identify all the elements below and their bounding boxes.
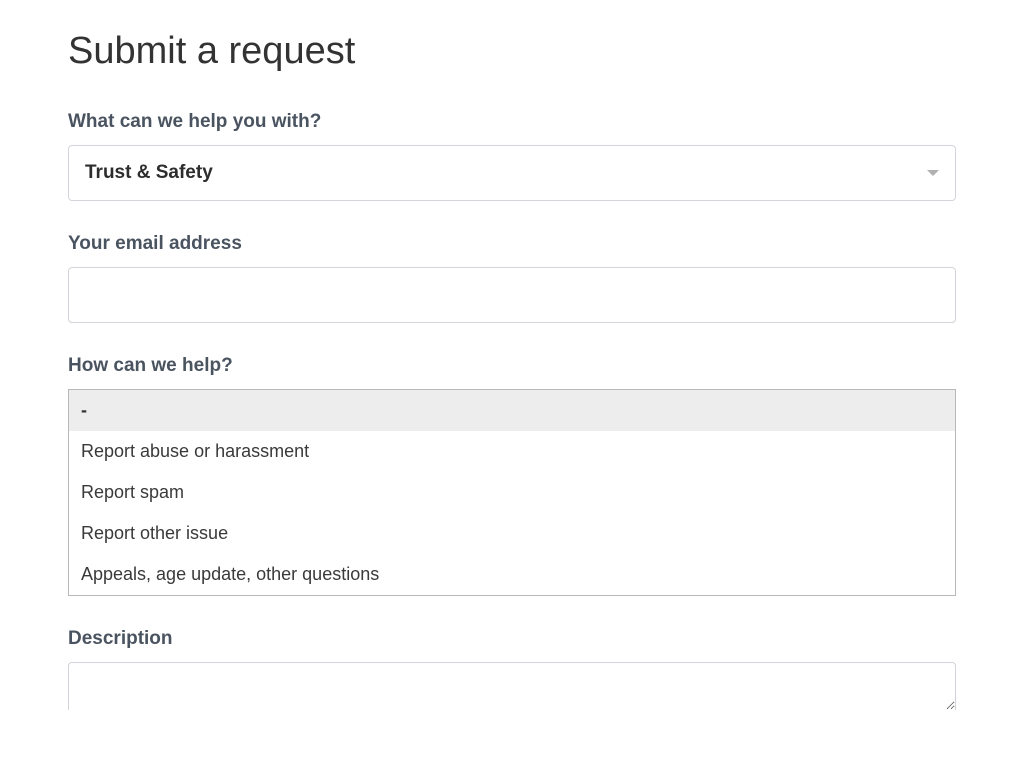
description-label: Description bbox=[68, 628, 956, 650]
help-with-label: What can we help you with? bbox=[68, 111, 956, 133]
dropdown-option-report-spam[interactable]: Report spam bbox=[69, 472, 955, 513]
help-with-select[interactable]: Trust & Safety bbox=[68, 145, 956, 201]
dropdown-option-report-other[interactable]: Report other issue bbox=[69, 513, 955, 554]
help-with-value: Trust & Safety bbox=[85, 162, 927, 184]
dropdown-option-appeals[interactable]: Appeals, age update, other questions bbox=[69, 554, 955, 595]
how-help-dropdown[interactable]: - Report abuse or harassment Report spam… bbox=[68, 389, 956, 596]
description-textarea[interactable] bbox=[68, 662, 956, 710]
dropdown-option-report-abuse[interactable]: Report abuse or harassment bbox=[69, 431, 955, 472]
field-help-with: What can we help you with? Trust & Safet… bbox=[68, 111, 956, 201]
email-input[interactable] bbox=[68, 267, 956, 323]
field-email: Your email address bbox=[68, 233, 956, 323]
email-label: Your email address bbox=[68, 233, 956, 255]
field-description: Description bbox=[68, 628, 956, 715]
how-help-label: How can we help? bbox=[68, 355, 956, 377]
dropdown-option-placeholder[interactable]: - bbox=[69, 390, 955, 431]
chevron-down-icon bbox=[927, 170, 939, 176]
field-how-help: How can we help? - Report abuse or haras… bbox=[68, 355, 956, 596]
page-title: Submit a request bbox=[68, 30, 956, 73]
